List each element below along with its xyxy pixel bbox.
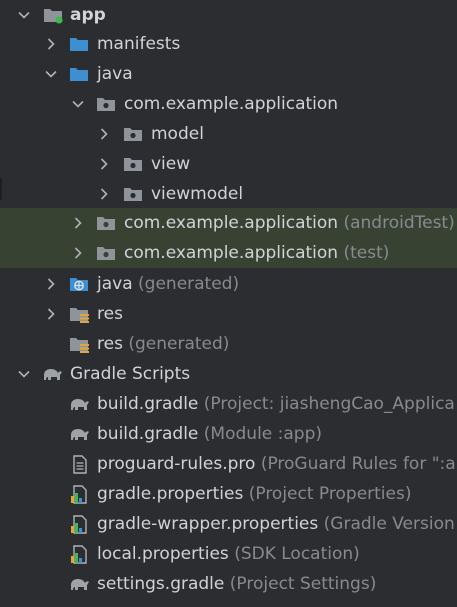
gradle-elephant-icon [68, 394, 90, 414]
tree-row-gradle-wrapper-properties[interactable]: gradle-wrapper.properties (Gradle Versio… [0, 509, 457, 539]
chevron-right-icon[interactable] [44, 37, 58, 51]
tree-row-name: gradle-wrapper.properties [97, 514, 319, 534]
tree-row-name: com.example.application [124, 213, 339, 233]
chevron-right-icon[interactable] [44, 277, 58, 291]
tree-row-java[interactable]: java [0, 59, 457, 89]
tree-row-build-gradle-project[interactable]: build.gradle (Project: jiashengCao_Appli… [0, 389, 457, 419]
package-icon [122, 184, 144, 204]
chevron-right-icon[interactable] [97, 157, 111, 171]
tree-row-label: com.example.application (androidTest) [124, 212, 455, 234]
tree-row-label: com.example.application (test) [124, 242, 389, 264]
tree-row-label: manifests [97, 34, 181, 54]
tree-row-label: local.properties (SDK Location) [97, 543, 360, 565]
tree-row-name: res [97, 334, 123, 354]
tree-row-package-test[interactable]: com.example.application (test) [0, 238, 457, 268]
tree-row-label: app [70, 5, 106, 25]
tree-row-local-properties[interactable]: local.properties (SDK Location) [0, 539, 457, 569]
tree-row-label: gradle.properties (Project Properties) [97, 483, 411, 505]
chevron-down-icon[interactable] [17, 8, 31, 22]
tree-row-res[interactable]: res [0, 299, 457, 329]
gradle-elephant-icon [68, 424, 90, 444]
tree-row-name: build.gradle [97, 394, 199, 414]
properties-file-icon [68, 544, 90, 564]
tree-row-hint: (Project Properties) [248, 484, 412, 504]
tree-row-name: java [97, 274, 133, 294]
properties-file-icon [68, 484, 90, 504]
package-icon [122, 154, 144, 174]
tree-row-java-generated[interactable]: java (generated) [0, 269, 457, 299]
tree-row-viewmodel[interactable]: viewmodel [0, 179, 457, 209]
tree-row-label: java [97, 64, 133, 84]
tree-row-label: view [151, 154, 191, 174]
tree-row-label: java (generated) [97, 273, 239, 295]
tree-row-name: com.example.application [124, 243, 339, 263]
tree-row-hint: (Project: jiashengCao_Applica [203, 394, 455, 414]
tree-row-package[interactable]: com.example.application [0, 89, 457, 119]
tree-row-label: settings.gradle (Project Settings) [97, 573, 376, 595]
chevron-right-icon[interactable] [97, 127, 111, 141]
tree-row-view[interactable]: view [0, 149, 457, 179]
tree-row-label: build.gradle (Module :app) [97, 423, 322, 445]
tree-row-hint: (androidTest) [343, 213, 455, 233]
text-file-icon [68, 454, 90, 474]
package-icon [95, 213, 117, 233]
tree-row-name: settings.gradle [97, 574, 225, 594]
generated-source-folder-icon [68, 274, 90, 294]
tree-row-hint: (Project Settings) [229, 574, 377, 594]
package-icon [95, 243, 117, 263]
resource-folder-icon [68, 304, 90, 324]
tree-row-label: res [97, 304, 123, 324]
tree-row-label: Gradle Scripts [70, 364, 191, 384]
chevron-right-icon[interactable] [44, 307, 58, 321]
tree-row-label: proguard-rules.pro (ProGuard Rules for "… [97, 453, 456, 475]
chevron-right-icon[interactable] [71, 246, 85, 260]
tree-row-model[interactable]: model [0, 119, 457, 149]
tree-row-label: viewmodel [151, 184, 244, 204]
resource-folder-icon [68, 334, 90, 354]
tree-row-name: proguard-rules.pro [97, 454, 256, 474]
tree-row-build-gradle-module[interactable]: build.gradle (Module :app) [0, 419, 457, 449]
tree-row-label: model [151, 124, 204, 144]
chevron-down-icon[interactable] [44, 67, 58, 81]
chevron-down-icon[interactable] [71, 97, 85, 111]
tree-row-label: com.example.application [124, 94, 339, 114]
tree-row-res-generated[interactable]: res (generated) [0, 329, 457, 359]
tree-row-hint: (Module :app) [203, 424, 323, 444]
tree-row-gradle-properties[interactable]: gradle.properties (Project Properties) [0, 479, 457, 509]
gradle-elephant-icon [68, 574, 90, 594]
tree-row-label: gradle-wrapper.properties (Gradle Versio… [97, 513, 455, 535]
chevron-down-icon[interactable] [17, 367, 31, 381]
properties-file-icon [68, 514, 90, 534]
tree-row-label: res (generated) [97, 333, 229, 355]
chevron-right-icon[interactable] [97, 187, 111, 201]
tree-row-proguard-rules[interactable]: proguard-rules.pro (ProGuard Rules for "… [0, 449, 457, 479]
chevron-right-icon[interactable] [71, 216, 85, 230]
tree-row-hint: (Gradle Version [323, 514, 455, 534]
tree-row-settings-gradle[interactable]: settings.gradle (Project Settings) [0, 569, 457, 599]
tree-row-hint: (SDK Location) [234, 544, 360, 564]
tree-row-name: gradle.properties [97, 484, 244, 504]
tree-row-app[interactable]: app [0, 0, 457, 30]
package-icon [122, 124, 144, 144]
tree-row-package-androidtest[interactable]: com.example.application (androidTest) [0, 208, 457, 238]
module-folder-icon [42, 5, 64, 25]
tree-row-hint: (test) [343, 243, 390, 263]
tree-row-gradle-scripts[interactable]: Gradle Scripts [0, 359, 457, 389]
gradle-elephant-icon [41, 364, 63, 384]
tree-row-name: build.gradle [97, 424, 199, 444]
tree-row-name: local.properties [97, 544, 229, 564]
tree-row-hint: (ProGuard Rules for ":a [260, 454, 456, 474]
folder-icon [68, 34, 90, 54]
package-icon [95, 94, 117, 114]
tree-row-label: build.gradle (Project: jiashengCao_Appli… [97, 393, 455, 415]
tree-row-hint: (generated) [138, 274, 240, 294]
project-tree: app manifests java com.example.applicati… [0, 0, 457, 607]
source-folder-icon [68, 64, 90, 84]
tree-row-manifests[interactable]: manifests [0, 29, 457, 59]
tree-row-hint: (generated) [128, 334, 230, 354]
